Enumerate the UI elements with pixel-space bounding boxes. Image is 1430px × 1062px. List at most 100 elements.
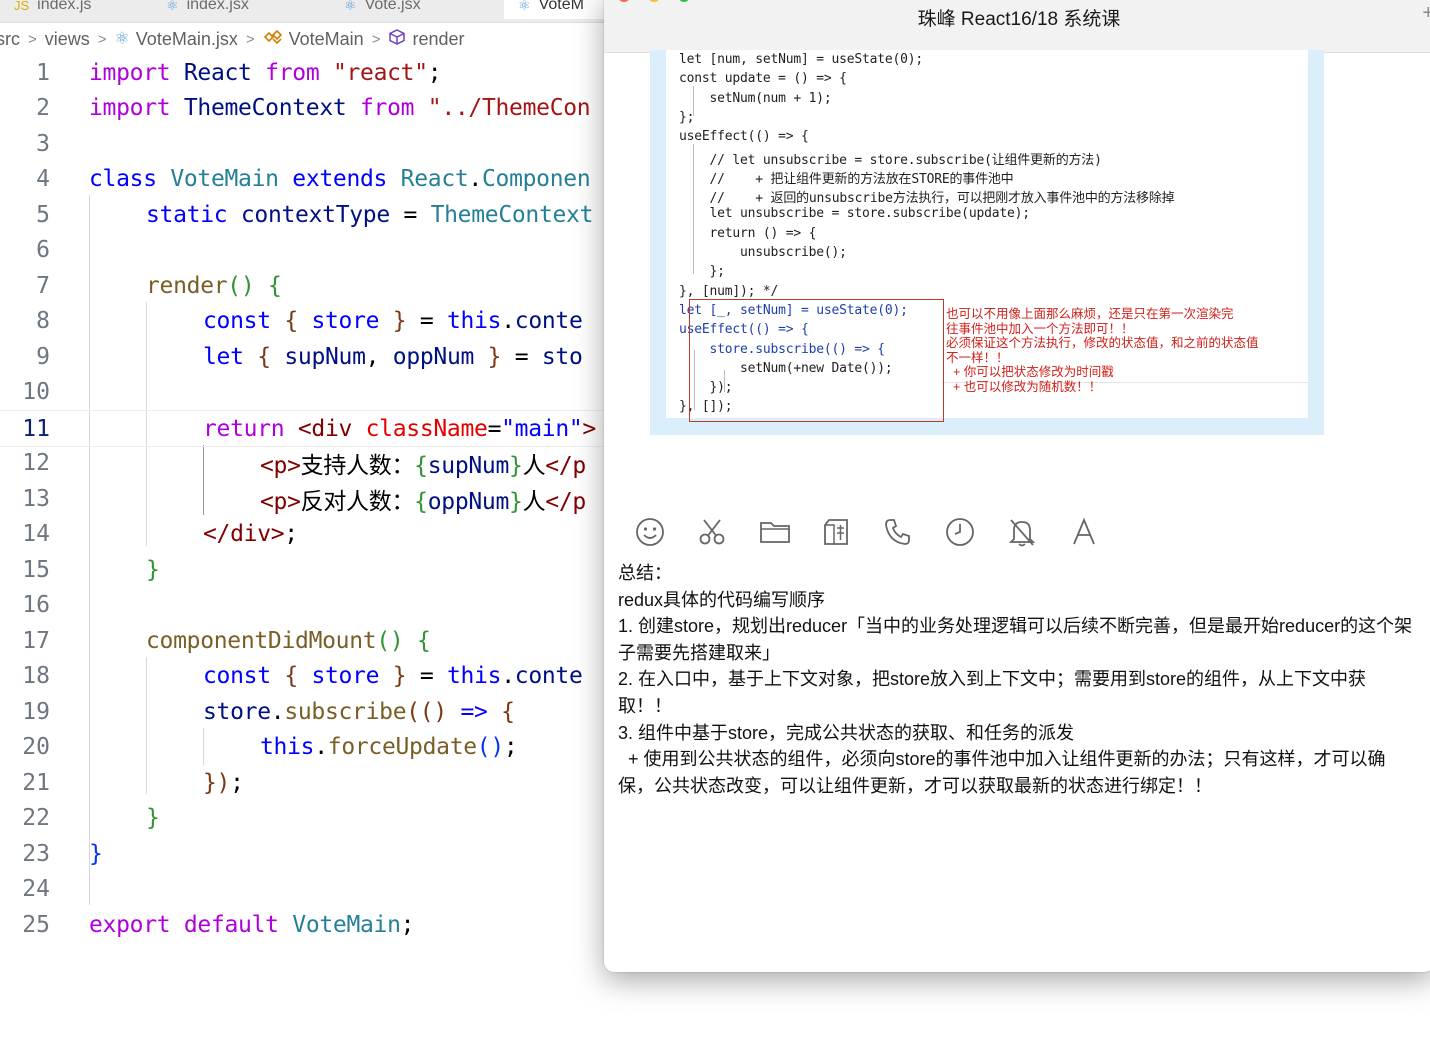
code-line-current: 11 return <div className="main"> [0,410,604,447]
token: from [360,95,415,121]
token: VoteMain [292,911,401,938]
code-line: 18 const { store } = this.conte [0,659,604,694]
code-line: 4 class VoteMain extends React.Componen [0,162,604,197]
line-number: 1 [36,59,50,86]
tab-index-jsx[interactable]: ⚛ index.jsx [152,0,337,19]
screenshot-code-line: const update = () => { [679,71,847,87]
red-packet-icon[interactable] [820,512,882,552]
code-line: 22 } [0,801,604,836]
token: { [416,627,431,654]
token: this [447,308,502,334]
token: contextType [240,201,390,228]
react-file-icon: ⚛ [114,29,130,48]
token: } [509,488,523,515]
screenshot-code-line: // + 把让组件更新的方法放在STORE的事件池中 [679,171,1014,187]
token: static [146,201,228,228]
code-text: this.forceUpdate(); [260,734,518,760]
close-window-button[interactable] [618,0,630,2]
token: React [183,59,252,86]
code-line: 12 <p>支持人数：{supNum}人</p [0,446,604,481]
breadcrumb-label: VoteMain [288,28,364,49]
token: this [260,734,315,760]
token: { [267,272,282,299]
token: store [203,698,271,725]
maximize-window-button[interactable] [678,0,690,2]
message-image[interactable]: let [num, setNum] = useState(0); const u… [650,50,1324,435]
breadcrumb-src[interactable]: src [0,29,20,50]
token: <div [297,415,353,442]
code-text: const { store } = this.conte [203,308,583,334]
token: sto [541,343,583,370]
token: 人 [522,488,546,515]
line-number: 12 [22,450,50,476]
line-number: 4 [36,166,50,192]
code-line: 1 import React from "react"; [0,55,604,90]
chat-title: 珠峰 React16/18 系统课 [917,9,1121,30]
code-line: 9 let { supNum, oppNum } = sto [0,339,604,374]
breadcrumb: src > views > ⚛ VoteMain.jsx > VoteMain … [0,26,604,52]
breadcrumb-label: VoteMain.jsx [135,28,238,49]
token: } [509,453,523,479]
screenshot-code-line: }; [679,109,695,125]
line-number: 18 [22,663,50,689]
token: }) [203,769,231,796]
code-text: class VoteMain extends React.Componen [89,166,591,192]
token: ThemeContext [183,95,347,121]
token: ; [400,911,415,938]
code-line: 10 [0,375,604,410]
token: oppNum [392,343,475,370]
code-line: 16 [0,588,604,623]
token: this [447,663,502,689]
token: } [146,805,160,831]
font-icon[interactable] [1068,512,1130,552]
clock-icon[interactable] [944,512,1006,552]
token: 支持人数： [300,453,415,479]
line-number: 10 [22,379,50,405]
breadcrumb-class[interactable]: VoteMain [263,29,364,50]
folder-icon[interactable] [758,512,820,552]
scissors-icon[interactable] [696,512,758,552]
chat-input-text[interactable]: 总结： redux具体的代码编写顺序 1. 创建store，规划出reducer… [618,560,1418,799]
line-number: 14 [22,521,50,547]
line-number: 23 [22,840,50,867]
highlight-box [689,299,944,422]
tab-label: Vote.jsx [364,0,421,13]
code-text: return <div className="main"> [203,416,596,442]
tab-label: VoteM [538,0,584,13]
token: <p> [260,488,301,515]
chat-window: 珠峰 React16/18 系统课 + let [num, setNum] = … [604,0,1430,972]
phone-icon[interactable] [882,512,944,552]
mute-bell-icon[interactable] [1006,512,1068,552]
message-line: 3. 组件中基于store，完成公共状态的获取、和任务的派发 [618,722,1075,743]
token: componentDidMount [146,627,377,654]
token: => [460,698,488,725]
code-text: render() { [146,273,282,299]
code-text: } [89,841,103,867]
method-cube-icon [388,28,406,51]
token: conte [514,308,583,334]
line-number: 16 [22,592,50,618]
code-editor[interactable]: 1 import React from "react"; 2 import Th… [0,55,604,955]
breadcrumb-views[interactable]: views [45,29,90,50]
code-line: 5 static contextType = ThemeContext [0,197,604,232]
code-line: 21 }); [0,765,604,800]
minimize-window-button[interactable] [648,0,660,2]
token: } [392,663,407,689]
code-line: 7 render() { [0,268,604,303]
screenshot-code-line: // let unsubscribe = store.subscribe(让组件… [679,152,1102,168]
message-line: + 使用到公共状态的组件，必须向store的事件池中加入让组件更新的办法；只有这… [618,749,1386,796]
token: class [89,166,157,192]
token: forceUpdate [327,734,477,760]
token: const [203,663,271,689]
tab-vote-jsx[interactable]: ⚛ Vote.jsx [330,0,509,19]
code-text: <p>反对人数：{oppNum}人</p [260,482,586,516]
tab-label: index.js [37,0,92,13]
line-number: 5 [36,201,50,228]
token: { [501,698,515,725]
breadcrumb-file[interactable]: ⚛ VoteMain.jsx [115,29,238,50]
emoji-icon[interactable] [634,512,696,552]
breadcrumb-method[interactable]: render [388,28,464,51]
line-number: 7 [36,272,50,299]
add-icon[interactable]: + [1422,2,1430,25]
annotation-note: 不一样！！ [946,350,1009,365]
